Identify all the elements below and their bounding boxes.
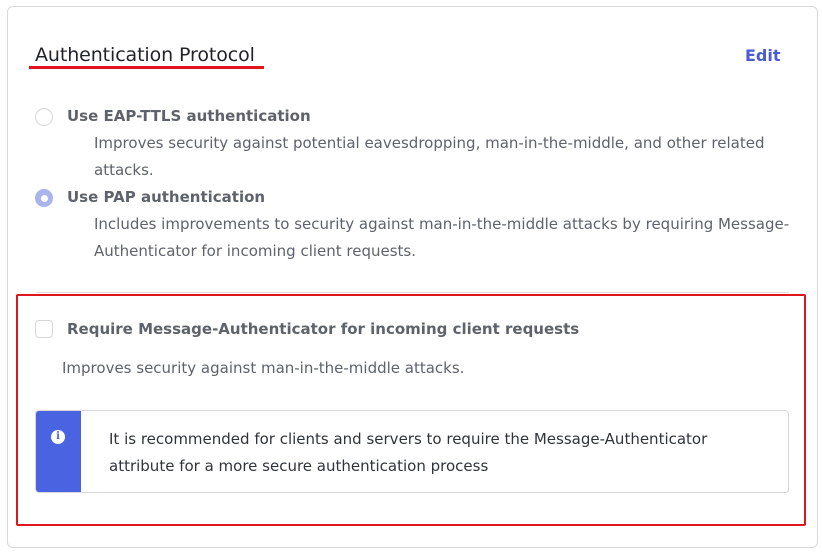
info-banner-text: It is recommended for clients and server… [109,430,708,475]
eap-ttls-radio[interactable] [35,108,53,126]
title-underline-highlight [29,66,264,69]
pap-description: Includes improvements to security agains… [94,215,790,260]
require-message-authenticator-description: Improves security against man-in-the-mid… [62,359,465,377]
info-icon: i [51,430,65,444]
pap-label: Use PAP authentication [67,188,266,206]
info-banner: i It is recommended for clients and serv… [35,410,789,493]
require-message-authenticator-checkbox[interactable] [35,320,53,338]
section-title: Authentication Protocol [35,44,255,66]
eap-ttls-label: Use EAP-TTLS authentication [67,107,311,125]
section-divider [36,292,789,293]
info-banner-accent-bar: i [36,411,81,492]
eap-ttls-description: Improves security against potential eave… [94,134,765,179]
edit-button[interactable]: Edit [745,46,781,65]
pap-radio[interactable] [35,189,53,207]
require-message-authenticator-label: Require Message-Authenticator for incomi… [67,320,580,338]
